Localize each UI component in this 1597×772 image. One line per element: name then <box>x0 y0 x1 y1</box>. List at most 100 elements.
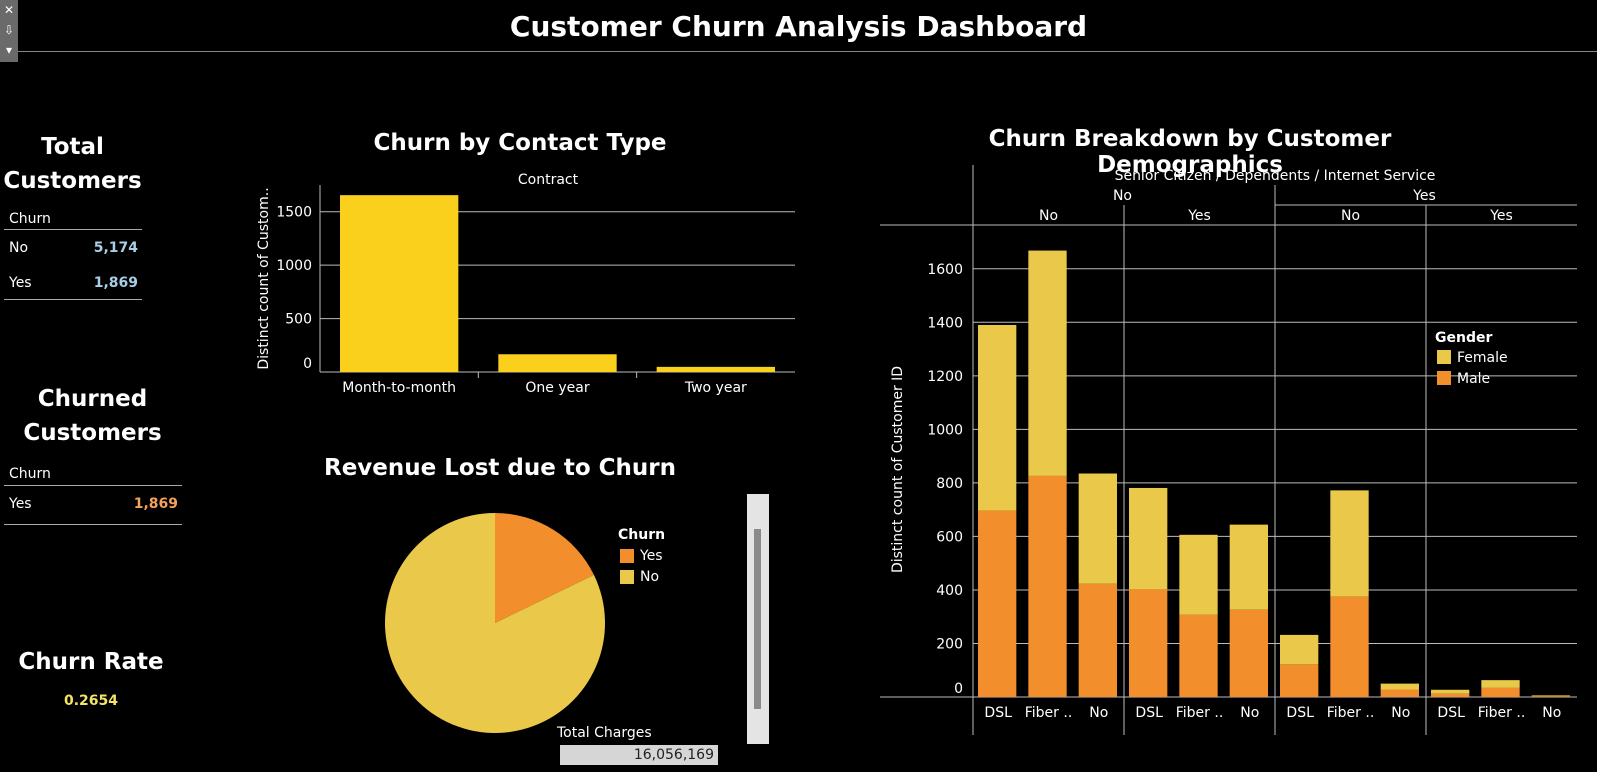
divider <box>4 485 182 486</box>
churned-customers-header: Churn <box>9 466 51 482</box>
y-tick-label: 400 <box>936 583 963 599</box>
total-customers-header: Churn <box>9 211 51 227</box>
y-tick-label: 0 <box>954 681 963 697</box>
bar-female <box>1078 473 1117 584</box>
churned-customers-row-value: 1,869 <box>133 496 178 512</box>
gender-legend-title: Gender <box>1435 330 1492 346</box>
divider <box>4 524 182 525</box>
scrollbar-thumb[interactable] <box>754 529 761 709</box>
bar-male <box>1129 589 1168 697</box>
x-tick-label: Month-to-month <box>342 380 456 396</box>
legend-label-yes: Yes <box>640 548 663 564</box>
contract-y-axis-label: Distinct count of Custom.. <box>256 187 272 369</box>
bar-female <box>1280 634 1319 665</box>
total-charges-label: Total Charges <box>557 725 652 741</box>
contract-bar-chart: Contract 0 500 1000 1500 Month-to-month One ye… <box>256 172 795 396</box>
x-tick-label: No <box>1542 705 1561 721</box>
x-tick-label: No <box>1240 705 1259 721</box>
legend-label-male: Male <box>1457 371 1490 387</box>
divider <box>4 229 142 230</box>
y-tick-label: 500 <box>285 312 312 328</box>
contract-bar <box>498 354 617 372</box>
bar-male <box>1229 609 1268 697</box>
menu-chevron-icon[interactable]: ▾ <box>0 40 18 60</box>
demo-axis-header: Senior Citizen / Dependents / Internet S… <box>1115 168 1436 184</box>
dependents-label: No <box>1341 208 1360 224</box>
contract-bar <box>656 366 775 372</box>
churned-customers-row-label: Yes <box>9 496 32 512</box>
legend-swatch-no <box>620 570 634 584</box>
x-tick-label: Fiber .. <box>1025 705 1073 721</box>
total-charges-slider[interactable]: 16,056,169 <box>560 745 718 765</box>
bar-female <box>978 324 1017 511</box>
dependents-label: Yes <box>1187 208 1211 224</box>
bar-male <box>1380 689 1419 697</box>
bar-male <box>1431 693 1470 697</box>
x-tick-label: Two year <box>684 380 747 396</box>
dashboard-title: Customer Churn Analysis Dashboard <box>509 10 1088 43</box>
y-tick-label: 600 <box>936 529 963 545</box>
churn-rate-value: 0.2654 <box>63 693 119 709</box>
bar-female <box>1481 680 1520 688</box>
total-customers-row-label: No <box>9 240 29 256</box>
legend-label-no: No <box>640 569 660 585</box>
bar-female <box>1330 490 1369 597</box>
dependents-label: No <box>1039 208 1058 224</box>
senior-label: Yes <box>1412 188 1436 204</box>
legend-label-female: Female <box>1457 350 1508 366</box>
demographics-stacked-bar-chart: Senior Citizen / Dependents / Internet S… <box>880 165 1577 735</box>
divider <box>4 299 142 300</box>
y-tick-label: 1000 <box>276 258 312 274</box>
x-tick-label: No <box>1089 705 1108 721</box>
bar-male <box>1078 583 1117 697</box>
x-tick-label: DSL <box>1286 705 1314 721</box>
revenue-pie-chart <box>384 513 605 733</box>
x-tick-label: No <box>1391 705 1410 721</box>
bar-male <box>978 510 1017 697</box>
x-tick-label: Fiber .. <box>1327 705 1375 721</box>
contract-axis-header: Contract <box>518 172 579 188</box>
y-tick-label: 1000 <box>927 422 963 438</box>
total-customers-row-value: 1,869 <box>93 275 138 291</box>
x-tick-label: DSL <box>984 705 1012 721</box>
floating-toolbar: ✕ ⇩ ▾ <box>0 0 18 62</box>
y-tick-label: 1200 <box>927 369 963 385</box>
bar-male <box>1330 596 1369 697</box>
contract-bar <box>340 195 459 372</box>
total-customers-row-value: 5,174 <box>93 240 138 256</box>
x-tick-label: DSL <box>1437 705 1465 721</box>
contract-chart-title: Churn by Contact Type <box>373 130 667 156</box>
bar-male <box>1028 475 1067 697</box>
demo-y-axis-label: Distinct count of Customer ID <box>890 366 906 573</box>
bar-female <box>1380 683 1419 690</box>
bar-female <box>1229 524 1268 610</box>
x-tick-label: Fiber .. <box>1176 705 1224 721</box>
x-tick-label: DSL <box>1135 705 1163 721</box>
dependents-label: Yes <box>1489 208 1513 224</box>
bar-female <box>1129 487 1168 590</box>
legend-swatch-female <box>1437 350 1451 364</box>
revenue-legend-title: Churn <box>618 527 666 543</box>
y-tick-label: 0 <box>303 356 312 372</box>
bar-male <box>1481 687 1520 697</box>
bar-female <box>1179 534 1218 615</box>
bar-male <box>1531 696 1570 697</box>
x-tick-label: One year <box>525 380 589 396</box>
pin-icon[interactable]: ⇩ <box>0 20 18 40</box>
legend-swatch-yes <box>620 549 634 563</box>
y-tick-label: 1600 <box>927 262 963 278</box>
bar-female <box>1531 695 1570 697</box>
senior-label: No <box>1113 188 1132 204</box>
filter-scrollbar[interactable] <box>747 494 769 744</box>
bar-male <box>1179 614 1218 697</box>
close-icon[interactable]: ✕ <box>0 0 18 20</box>
y-tick-label: 800 <box>936 476 963 492</box>
churned-customers-title: Churned Customers <box>23 386 162 446</box>
bar-female <box>1028 250 1067 476</box>
y-tick-label: 1500 <box>276 205 312 221</box>
y-tick-label: 1400 <box>927 315 963 331</box>
total-customers-title: Total Customers <box>3 134 142 194</box>
bar-female <box>1431 689 1470 694</box>
revenue-chart-title: Revenue Lost due to Churn <box>324 455 676 481</box>
y-tick-label: 200 <box>936 636 963 652</box>
